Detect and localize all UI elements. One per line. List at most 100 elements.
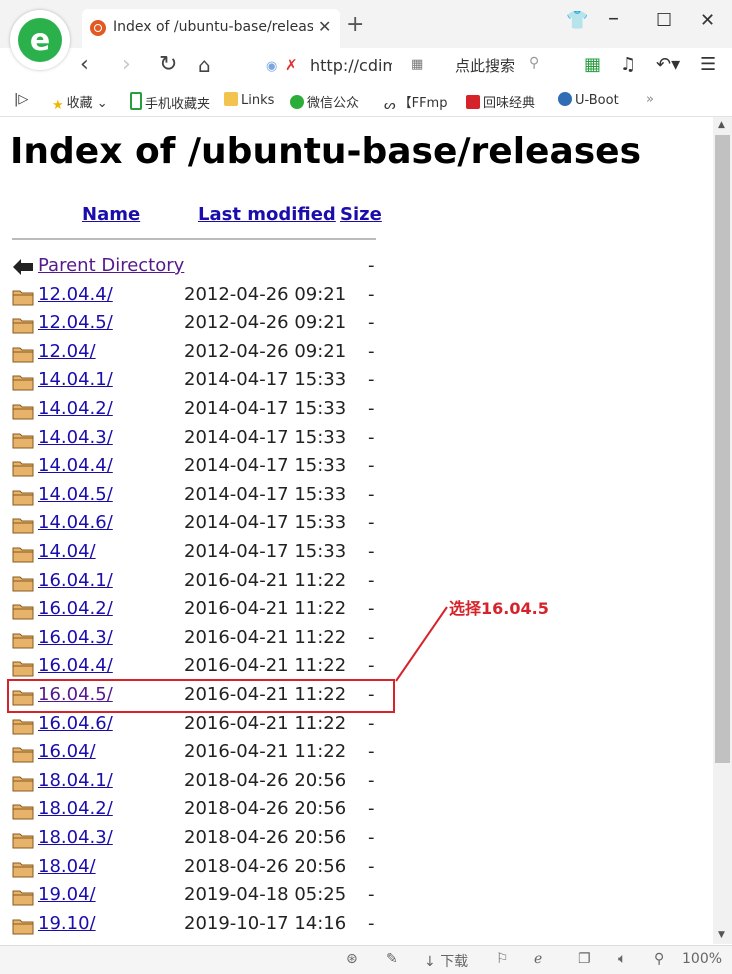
forward-icon[interactable]: › xyxy=(122,52,131,77)
more-bookmarks-icon[interactable]: » xyxy=(646,92,654,107)
home-icon[interactable]: ⌂ xyxy=(198,53,211,77)
bookmark-mobile[interactable]: 手机收藏夹 xyxy=(130,92,210,112)
date-cell: 2014-04-17 15:33 xyxy=(184,541,347,562)
folder-link[interactable]: 16.04.6/ xyxy=(38,713,113,734)
folder-link[interactable]: 16.04.3/ xyxy=(38,627,113,648)
folder-link[interactable]: 12.04.4/ xyxy=(38,284,113,305)
table-row: 12.04.4/2012-04-26 09:21- xyxy=(0,281,713,309)
zoom-search-icon[interactable]: ⚲ xyxy=(654,951,664,967)
bookmark-favorites[interactable]: ★ 收藏 ⌄ xyxy=(52,92,108,113)
sort-by-size-link[interactable]: Size xyxy=(340,204,382,225)
table-row: 18.04.3/2018-04-26 20:56- xyxy=(0,824,713,852)
flag-icon[interactable]: ⚐ xyxy=(496,951,509,967)
scroll-up-icon[interactable]: ▲ xyxy=(718,120,725,130)
folder-icon xyxy=(12,602,34,620)
refresh-icon[interactable]: ↻ xyxy=(159,52,177,77)
folder-link[interactable]: 19.10/ xyxy=(38,913,96,934)
folder-link[interactable]: 14.04.2/ xyxy=(38,398,113,419)
bookmark-classic[interactable]: 回味经典 xyxy=(466,92,546,111)
minimize-icon[interactable]: – xyxy=(608,6,619,31)
folder-icon xyxy=(12,431,34,449)
scrollbar-thumb[interactable] xyxy=(715,135,730,763)
folder-link[interactable]: 18.04.3/ xyxy=(38,827,113,848)
folder-link[interactable]: 16.04.2/ xyxy=(38,598,113,619)
pin-icon[interactable]: ✎ xyxy=(386,951,398,967)
accelerate-icon[interactable]: ⊛ xyxy=(346,951,358,967)
highlight-box xyxy=(7,679,395,713)
date-cell: 2016-04-21 11:22 xyxy=(184,626,347,648)
date-cell: 2012-04-26 09:21 xyxy=(184,340,347,362)
scroll-down-icon[interactable]: ▼ xyxy=(718,930,725,940)
skin-icon[interactable]: 👕 xyxy=(566,10,588,31)
sound-icon[interactable]: 🔈︎ xyxy=(618,951,626,967)
menu-icon[interactable]: ☰ xyxy=(700,54,716,75)
folder-link[interactable]: 14.04.5/ xyxy=(38,484,113,505)
uboot-icon xyxy=(558,92,572,106)
bookmark-uboot[interactable]: U-Boot xyxy=(558,92,630,108)
folder-icon xyxy=(12,717,34,735)
parent-directory-link[interactable]: Parent Directory xyxy=(38,255,184,276)
ie-mode-icon[interactable]: ℯ xyxy=(534,951,542,967)
folder-link[interactable]: 14.04.4/ xyxy=(38,455,113,476)
size-cell: - xyxy=(368,712,375,734)
size-cell: - xyxy=(368,426,375,448)
zoom-level[interactable]: 100% xyxy=(682,951,722,967)
folder-link[interactable]: 19.04/ xyxy=(38,884,96,905)
window-icon[interactable]: ❐ xyxy=(578,951,591,967)
bookmark-label: 微信公众 xyxy=(307,96,360,111)
folder-link[interactable]: 12.04.5/ xyxy=(38,312,113,333)
vertical-scrollbar[interactable]: ▲ ▼ xyxy=(713,117,732,944)
folder-link[interactable]: 12.04/ xyxy=(38,341,96,362)
back-icon[interactable]: ‹ xyxy=(80,52,89,77)
date-cell: 2018-04-26 20:56 xyxy=(184,769,347,791)
bookmark-label: U-Boot xyxy=(575,93,619,108)
folder-link[interactable]: 18.04/ xyxy=(38,856,96,877)
folder-link[interactable]: 16.04/ xyxy=(38,741,96,762)
table-row: 14.04/2014-04-17 15:33- xyxy=(0,538,713,566)
close-tab-icon[interactable]: ✕ xyxy=(318,17,331,36)
table-row: 12.04.5/2012-04-26 09:21- xyxy=(0,309,713,337)
sort-by-name-link[interactable]: Name xyxy=(82,204,140,225)
apps-icon[interactable]: ▦ xyxy=(584,54,601,75)
search-icon[interactable]: ⚲ xyxy=(529,55,539,71)
sort-by-modified-link[interactable]: Last modified xyxy=(198,204,336,225)
folder-link[interactable]: 14.04.3/ xyxy=(38,427,113,448)
folder-link[interactable]: 16.04.1/ xyxy=(38,570,113,591)
download-button[interactable]: ↓ 下载 xyxy=(424,951,468,971)
qr-code-icon[interactable]: ▦ xyxy=(411,57,423,72)
folder-icon xyxy=(12,516,34,534)
address-bar[interactable]: http://cdim xyxy=(310,56,392,75)
annotation-arrow-line xyxy=(395,606,448,682)
app-icon: ᔕ xyxy=(384,98,396,112)
sidebar-toggle-icon[interactable]: |▷ xyxy=(14,92,28,107)
close-window-icon[interactable]: ✕ xyxy=(700,10,715,31)
folder-link[interactable]: 14.04.1/ xyxy=(38,369,113,390)
folder-link[interactable]: 18.04.2/ xyxy=(38,798,113,819)
bookmark-label: 【FFmp xyxy=(398,96,448,111)
search-box[interactable]: 点此搜索 xyxy=(455,55,515,76)
undo-icon[interactable]: ↶▾ xyxy=(656,54,680,75)
date-cell: 2019-10-17 14:16 xyxy=(184,912,347,934)
table-row: 18.04/2018-04-26 20:56- xyxy=(0,853,713,881)
size-cell: - xyxy=(368,655,375,677)
folder-link[interactable]: 14.04.6/ xyxy=(38,512,113,533)
wechat-icon xyxy=(290,95,304,109)
table-row: 18.04.2/2018-04-26 20:56- xyxy=(0,795,713,823)
page-content: Index of /ubuntu-base/releases Name Last… xyxy=(0,117,713,944)
folder-icon xyxy=(12,373,34,391)
maximize-icon[interactable]: ☐ xyxy=(656,10,672,31)
bookmark-label: 收藏 xyxy=(66,96,93,111)
size-cell: - xyxy=(368,541,375,562)
new-tab-icon[interactable]: + xyxy=(346,12,364,37)
bookmark-links[interactable]: Links xyxy=(224,92,274,108)
bookmark-ffmpeg[interactable]: ᔕ 【FFmp xyxy=(384,92,454,112)
headset-icon[interactable]: ♫ xyxy=(620,54,636,75)
bookmark-wechat[interactable]: 微信公众 xyxy=(290,92,370,111)
browser-tab[interactable]: Index of /ubuntu-base/releases ✕ xyxy=(82,9,340,48)
folder-link[interactable]: 14.04/ xyxy=(38,541,96,562)
folder-icon xyxy=(12,774,34,792)
folder-link[interactable]: 18.04.1/ xyxy=(38,770,113,791)
browser-logo: e xyxy=(10,10,70,70)
date-cell: 2016-04-21 11:22 xyxy=(184,712,347,734)
folder-link[interactable]: 16.04.4/ xyxy=(38,655,113,676)
